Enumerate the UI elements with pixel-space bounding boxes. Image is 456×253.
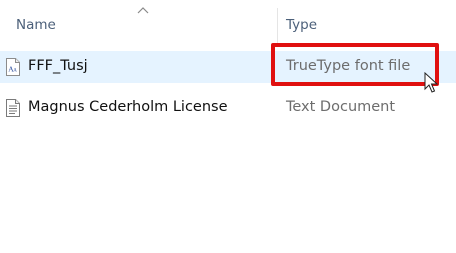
file-row-license[interactable]: Magnus Cederholm License Text Document bbox=[0, 92, 456, 124]
column-header-bar: Name Type bbox=[0, 0, 456, 48]
file-name: Magnus Cederholm License bbox=[28, 99, 228, 115]
annotation-highlight-box bbox=[271, 43, 439, 86]
column-header-type[interactable]: Type bbox=[286, 17, 317, 33]
column-header-name[interactable]: Name bbox=[16, 17, 56, 33]
text-document-icon bbox=[6, 99, 20, 117]
sort-ascending-icon[interactable] bbox=[137, 6, 149, 14]
svg-text:A: A bbox=[13, 69, 17, 74]
font-file-icon: A A bbox=[6, 58, 20, 76]
mouse-cursor-icon bbox=[424, 72, 438, 93]
column-divider[interactable] bbox=[277, 8, 278, 43]
file-name: FFF_Tusj bbox=[28, 58, 88, 74]
file-type: Text Document bbox=[286, 99, 396, 115]
